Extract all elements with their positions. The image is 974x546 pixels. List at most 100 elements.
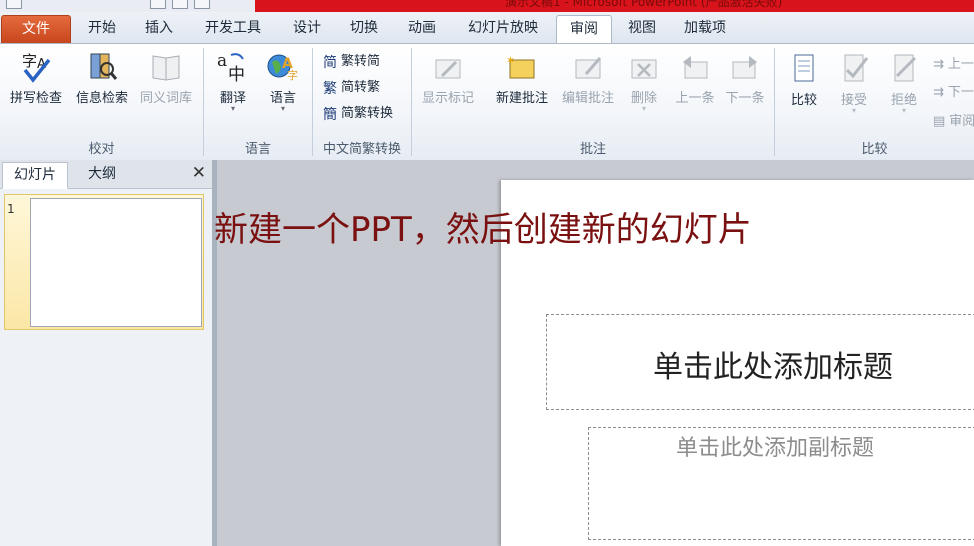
edit-comment-label: 编辑批注 (561, 91, 614, 106)
tab-animations[interactable]: 动画 (396, 15, 448, 42)
reviewing-pane-icon: ▤ (933, 114, 946, 129)
next-change-label: 下一 (947, 85, 974, 100)
previous-comment-icon (683, 56, 708, 79)
traditional-char-icon: 繁 (323, 80, 337, 97)
thesaurus-book-icon (152, 55, 180, 81)
next-comment-icon (732, 56, 757, 79)
previous-comment-label: 上一条 (675, 91, 715, 106)
previous-change-label: 上一 (947, 57, 974, 72)
instruction-annotation: 新建一个PPT，然后创建新的幻灯片 (214, 210, 752, 250)
tab-slideshow[interactable]: 幻灯片放映 (456, 15, 550, 42)
show-markup-button[interactable]: 显示标记 (416, 54, 480, 106)
spelling-button[interactable]: 字 A 拼写检查 (4, 50, 68, 106)
next-change-icon: ⇉ (933, 85, 944, 100)
quick-access-redo-icon[interactable] (194, 0, 210, 9)
group-comments: 显示标记 ✶ 新建批注 编辑批注 删除 ▾ 上一条 下一条 批注 (412, 44, 774, 160)
window-title: 演示文稿1 - Microsoft PowerPoint (产品激活失败) (505, 0, 783, 9)
accept-change-icon (844, 54, 869, 82)
accept-dropdown-arrow: ▾ (851, 106, 856, 115)
title-placeholder-text: 单击此处添加标题 (653, 350, 893, 385)
previous-comment-button[interactable]: 上一条 (670, 54, 720, 106)
research-icon (90, 53, 118, 80)
next-comment-label: 下一条 (725, 91, 765, 106)
tab-slides[interactable]: 幻灯片 (2, 162, 68, 189)
tab-transitions[interactable]: 切换 (338, 15, 390, 42)
language-button[interactable]: A 字 语言 ▾ (258, 50, 308, 113)
thesaurus-button[interactable]: 同义词库 (134, 50, 198, 106)
to-simplified-label: 繁转简 (341, 54, 381, 69)
to-traditional-button[interactable]: 繁简转繁 (323, 76, 380, 98)
svg-text:字: 字 (22, 52, 37, 70)
group-comments-label: 批注 (579, 142, 606, 157)
delete-comment-icon (631, 59, 657, 79)
reject-change-icon (894, 54, 917, 82)
accept-button[interactable]: 接受 ▾ (829, 52, 879, 115)
tab-addins[interactable]: 加载项 (674, 15, 736, 42)
tab-insert[interactable]: 插入 (133, 15, 185, 42)
next-comment-button[interactable]: 下一条 (720, 54, 770, 106)
slides-pane: 幻灯片 大纲 ✕ 1 (0, 160, 214, 546)
new-comment-button[interactable]: ✶ 新建批注 (490, 54, 554, 106)
simplified-char-icon: 简 (323, 54, 337, 71)
show-markup-label: 显示标记 (421, 91, 474, 106)
next-change-button[interactable]: ⇉ 下一 (933, 81, 974, 100)
svg-text:✶: ✶ (506, 54, 515, 67)
svg-text:中: 中 (228, 65, 245, 84)
slide-number: 1 (7, 202, 15, 216)
group-proofing-label: 校对 (88, 142, 115, 157)
tab-view[interactable]: 视图 (616, 15, 668, 42)
ribbon-tab-row: 文件 开始 插入 开发工具 设计 切换 动画 幻灯片放映 审阅 视图 加载项 (0, 12, 974, 45)
tab-review[interactable]: 审阅 (556, 15, 612, 45)
to-traditional-label: 简转繁 (341, 80, 381, 95)
group-chinese-conversion: 简繁转简 繁简转繁 簡简繁转换 中文简繁转换 (313, 44, 411, 160)
group-compare-label: 比较 (861, 142, 888, 157)
new-comment-label: 新建批注 (495, 91, 548, 106)
compare-button[interactable]: 比较 (779, 52, 829, 108)
group-language-label: 语言 (244, 142, 271, 157)
tab-file[interactable]: 文件 (1, 15, 71, 43)
spelling-check-icon: 字 A (22, 52, 51, 83)
group-language: a 中 翻译 ▾ A 字 语言 ▾ 语言 (204, 44, 312, 160)
research-button[interactable]: 信息检索 (70, 50, 134, 106)
show-markup-icon (435, 59, 461, 79)
reject-dropdown-arrow: ▾ (901, 106, 906, 115)
tab-outline[interactable]: 大纲 (70, 162, 134, 187)
tab-home[interactable]: 开始 (76, 15, 128, 42)
group-conversion-label: 中文简繁转换 (322, 142, 401, 157)
thesaurus-label: 同义词库 (139, 91, 192, 106)
language-dropdown-arrow: ▾ (280, 104, 285, 113)
delete-comment-button[interactable]: 删除 ▾ (622, 54, 666, 113)
quick-access-undo-icon[interactable] (172, 0, 188, 9)
conversion-button[interactable]: 簡简繁转换 (323, 102, 393, 124)
edit-comment-icon (575, 57, 602, 79)
translate-dropdown-arrow: ▾ (230, 104, 235, 113)
subtitle-placeholder-text: 单击此处添加副标题 (676, 436, 875, 461)
to-simplified-button[interactable]: 简繁转简 (323, 50, 380, 72)
research-label: 信息检索 (75, 91, 128, 106)
reviewing-pane-button[interactable]: ▤ 审阅 (933, 110, 974, 129)
close-icon[interactable]: ✕ (192, 163, 206, 183)
new-comment-icon: ✶ (506, 54, 535, 79)
reject-button[interactable]: 拒绝 ▾ (879, 52, 929, 115)
tab-design[interactable]: 设计 (281, 15, 333, 42)
group-proofing: 字 A 拼写检查 信息检索 同义词库 校对 (0, 44, 203, 160)
conversion-label: 简繁转换 (341, 106, 394, 121)
previous-change-icon: ⇉ (933, 57, 944, 72)
compare-document-icon (794, 54, 814, 82)
compare-label: 比较 (790, 93, 817, 108)
previous-change-button[interactable]: ⇉ 上一 (933, 53, 974, 72)
translate-icon: a 中 (217, 51, 245, 84)
translate-button[interactable]: a 中 翻译 ▾ (208, 50, 258, 113)
conversion-char-icon: 簡 (323, 106, 337, 123)
spelling-label: 拼写检查 (9, 91, 62, 106)
tab-developer[interactable]: 开发工具 (193, 15, 273, 42)
svg-text:a: a (217, 51, 227, 71)
app-icon[interactable] (6, 0, 22, 9)
reviewing-pane-label: 审阅 (949, 114, 974, 129)
edit-comment-button[interactable]: 编辑批注 (556, 54, 620, 106)
slide-thumbnail[interactable] (30, 198, 202, 327)
group-compare: 比较 接受 ▾ 拒绝 ▾ ⇉ 上一 ⇉ 下一 ▤ 审阅 比较 (775, 44, 974, 160)
title-bar: 演示文稿1 - Microsoft PowerPoint (产品激活失败) (0, 0, 974, 12)
quick-access-save-icon[interactable] (150, 0, 166, 9)
pane-tabs: 幻灯片 大纲 ✕ (0, 160, 214, 189)
